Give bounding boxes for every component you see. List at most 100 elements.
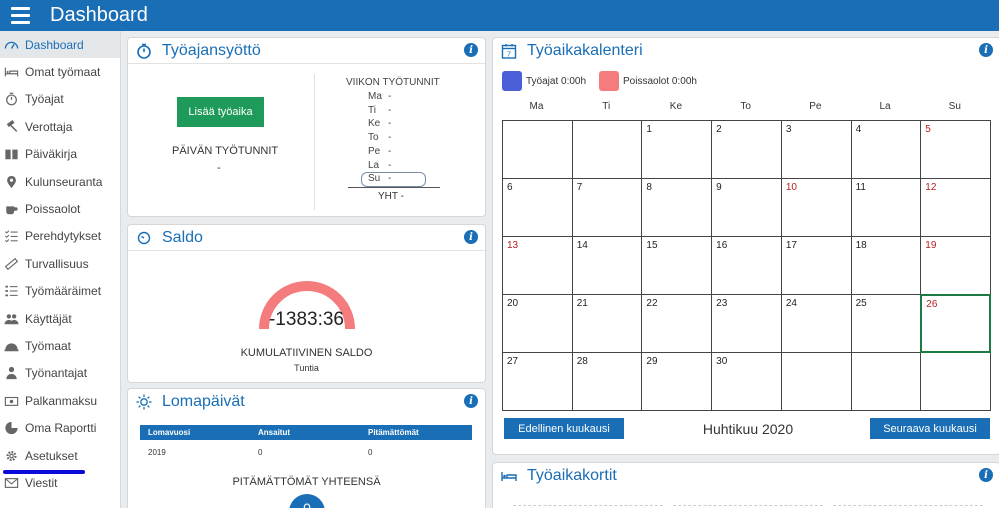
- table-cell: 2019: [148, 447, 166, 457]
- calendar-day-cell: [850, 352, 922, 411]
- calendar-card: 7 Työaikakalenteri i Työajat 0:00h Poiss…: [492, 37, 999, 455]
- calendar-day-cell[interactable]: 23: [711, 294, 782, 353]
- bed-icon: [3, 65, 19, 79]
- calendar-day-cell[interactable]: 3: [780, 120, 852, 179]
- calendar-day-cell[interactable]: 24: [780, 294, 852, 353]
- info-icon[interactable]: i: [979, 468, 993, 482]
- sidebar-item-label: Palkanmaksu: [25, 393, 98, 408]
- saldo-value: -1383:36: [268, 309, 344, 330]
- sidebar-item-turvallisuus[interactable]: Turvallisuus: [0, 250, 120, 277]
- calendar-day-cell[interactable]: 2: [711, 120, 782, 179]
- calendar-day-cell[interactable]: 30: [711, 352, 782, 411]
- unused-total-label: PITÄMÄTTÖMÄT YHTEENSÄ: [232, 476, 381, 488]
- calendar-day-cell[interactable]: 6: [502, 178, 573, 237]
- info-icon[interactable]: i: [464, 43, 478, 57]
- sidebar-item-perehdytykset[interactable]: Perehdytykset: [0, 223, 120, 250]
- week-total: YHT -: [378, 191, 404, 202]
- divider: [833, 505, 983, 506]
- weekday-header: La: [879, 101, 891, 112]
- column-header: Ansaitut: [258, 428, 290, 437]
- calendar-day-cell: [920, 352, 991, 411]
- info-icon[interactable]: i: [464, 394, 478, 408]
- sidebar-item-kulunseuranta[interactable]: Kulunseuranta: [0, 168, 120, 195]
- calendar-day-cell[interactable]: 15: [641, 236, 713, 295]
- unused-total-value: 0: [289, 494, 325, 508]
- sidebar-item-työnantajat[interactable]: Työnantajat: [0, 360, 120, 387]
- legend-label: Poissaolot 0:00h: [623, 75, 697, 87]
- sidebar-item-dashboard[interactable]: Dashboard: [0, 31, 120, 59]
- day-hours-label: PÄIVÄN TYÖTUNNIT: [172, 145, 279, 157]
- sidebar: Dashboard Omat työmaat Työajat Verottaja Päi…: [0, 31, 121, 508]
- sidebar-item-poissaolot[interactable]: Poissaolot: [0, 195, 120, 222]
- bed-icon: [501, 468, 517, 484]
- calendar-day-cell[interactable]: 1: [641, 120, 713, 179]
- info-icon[interactable]: i: [979, 43, 993, 57]
- calendar-day-cell: [571, 120, 643, 179]
- sidebar-item-työmääräimet[interactable]: Työmääräimet: [0, 278, 120, 305]
- sidebar-item-työmaat[interactable]: Työmaat: [0, 332, 120, 359]
- legend-work-hours: Työajat 0:00h: [502, 71, 586, 91]
- calendar-day-cell[interactable]: 28: [571, 352, 643, 411]
- sidebar-item-päiväkirja[interactable]: Päiväkirja: [0, 141, 120, 168]
- sidebar-item-työajat[interactable]: Työajat: [0, 86, 120, 113]
- calendar-day-cell[interactable]: 17: [780, 236, 852, 295]
- calendar-day-cell[interactable]: 25: [850, 294, 922, 353]
- sidebar-item-omat-työmaat[interactable]: Omat työmaat: [0, 58, 120, 85]
- tyoajansyotto-card: Työajansyöttö i Lisää työaika PÄIVÄN TYÖ…: [127, 37, 486, 217]
- weekday-label: To: [368, 132, 379, 144]
- column-header: Lomavuosi: [148, 428, 191, 437]
- table-header: Lomavuosi Ansaitut Pitämättömät: [140, 425, 472, 440]
- sidebar-item-label: Kulunseuranta: [25, 174, 103, 189]
- day-hours-value: -: [217, 162, 221, 174]
- calendar-day-cell[interactable]: 9: [711, 178, 782, 237]
- sidebar-item-käyttäjät[interactable]: Käyttäjät: [0, 305, 120, 332]
- calendar-day-cell[interactable]: 19: [920, 236, 991, 295]
- sidebar-item-oma-raportti[interactable]: Oma Raportti: [0, 414, 120, 441]
- calendar-day-cell[interactable]: 7: [571, 178, 643, 237]
- calendar-day-cell[interactable]: 18: [850, 236, 922, 295]
- week-hours-row: Pe -: [368, 146, 391, 157]
- page-title: Dashboard: [50, 4, 148, 26]
- calendar-day-cell[interactable]: 16: [711, 236, 782, 295]
- sidebar-item-label: Oma Raportti: [25, 421, 97, 436]
- add-work-time-button[interactable]: Lisää työaika: [177, 97, 264, 127]
- info-icon[interactable]: i: [464, 230, 478, 244]
- calendar-day-cell[interactable]: 22: [641, 294, 713, 353]
- calendar-day-cell[interactable]: 26: [920, 294, 991, 353]
- svg-text:7: 7: [507, 52, 511, 59]
- calendar-icon: 7: [501, 43, 517, 59]
- week-hours-row: Ti -: [368, 104, 391, 116]
- sidebar-item-label: Päiväkirja: [25, 147, 78, 162]
- sidebar-item-palkanmaksu[interactable]: Palkanmaksu: [0, 387, 120, 414]
- calendar-day-cell[interactable]: 20: [502, 294, 573, 353]
- calendar-day-cell[interactable]: 11: [850, 178, 922, 237]
- sidebar-item-label: Verottaja: [25, 119, 73, 134]
- calendar-day-cell[interactable]: 10: [780, 178, 852, 237]
- calendar-day-cell[interactable]: 13: [502, 236, 573, 295]
- weekday-label: Ti: [368, 104, 376, 116]
- sidebar-item-verottaja[interactable]: Verottaja: [0, 113, 120, 140]
- sidebar-item-label: Käyttäjät: [25, 311, 72, 326]
- saldo-unit: Tuntia: [294, 363, 319, 373]
- calendar-day-cell[interactable]: 27: [502, 352, 573, 411]
- sidebar-item-label: Viestit: [25, 475, 58, 490]
- calendar-day-cell[interactable]: 4: [850, 120, 922, 179]
- next-month-button[interactable]: Seuraava kuukausi: [870, 418, 990, 439]
- hamburger-menu-icon[interactable]: [0, 0, 40, 31]
- calendar-day-cell[interactable]: 14: [571, 236, 643, 295]
- stopwatch-icon: [3, 92, 19, 106]
- divider: [673, 505, 823, 506]
- calendar-day-cell[interactable]: 29: [641, 352, 713, 411]
- weekday-hours: -: [388, 91, 392, 102]
- weekday-label: Ma: [368, 91, 382, 102]
- previous-month-button[interactable]: Edellinen kuukausi: [504, 418, 624, 439]
- sidebar-item-asetukset[interactable]: Asetukset: [0, 442, 120, 469]
- sidebar-item-label: Omat työmaat: [25, 65, 101, 80]
- card-title: Lomapäivät: [162, 393, 245, 410]
- calendar-day-cell[interactable]: 8: [641, 178, 713, 237]
- calendar-day-cell[interactable]: 21: [571, 294, 643, 353]
- card-title: Työaikakortit: [527, 467, 617, 484]
- coffee-icon: [3, 202, 19, 216]
- calendar-day-cell[interactable]: 12: [920, 178, 991, 237]
- calendar-day-cell[interactable]: 5: [920, 120, 991, 179]
